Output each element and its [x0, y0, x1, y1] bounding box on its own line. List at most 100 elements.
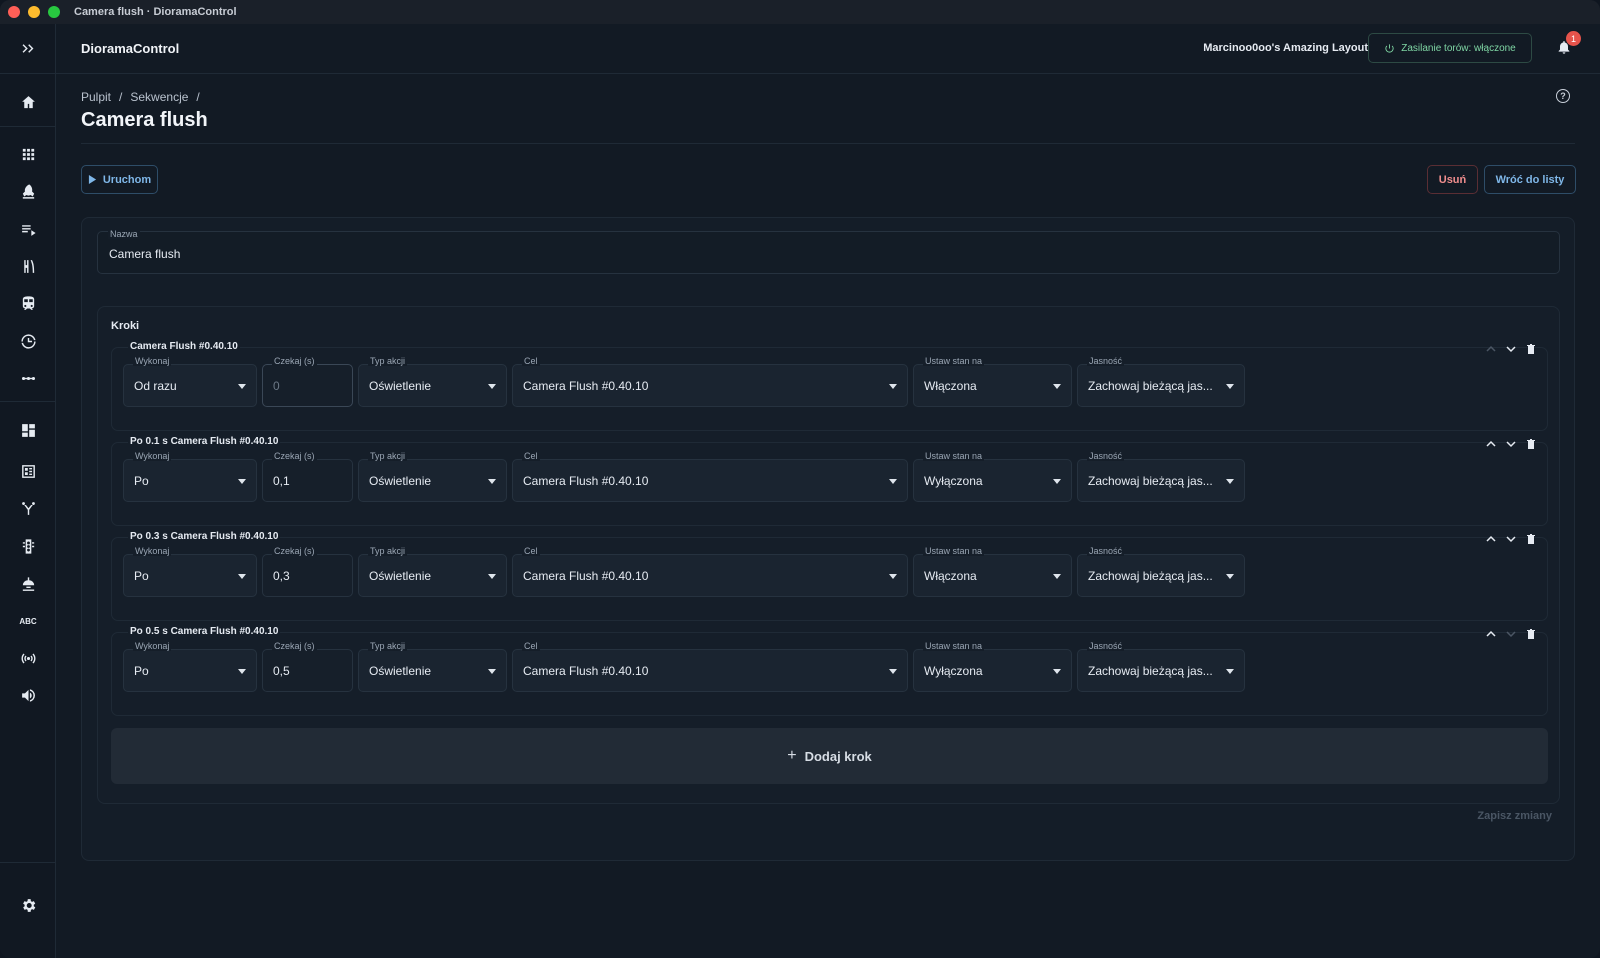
- move-up-icon: [1485, 343, 1497, 355]
- wait-input[interactable]: Czekaj (s) 0: [262, 356, 353, 407]
- back-to-list-button[interactable]: Wróć do listy: [1484, 165, 1576, 194]
- broadcast-icon[interactable]: [0, 642, 56, 674]
- set-state-select[interactable]: Ustaw stan na Wyłączona: [913, 641, 1072, 692]
- breadcrumb-sekwencje[interactable]: Sekwencje: [130, 90, 188, 104]
- turntable-icon[interactable]: [0, 325, 56, 357]
- lamp-icon[interactable]: [0, 568, 56, 600]
- brightness-value: Zachowaj bieżącą jas...: [1088, 664, 1213, 678]
- add-step-button[interactable]: + Dodaj krok: [111, 728, 1548, 784]
- trash-icon[interactable]: [1525, 438, 1537, 450]
- execute-select[interactable]: Wykonaj Od razu: [123, 356, 257, 407]
- sidebar: ABC: [0, 24, 56, 958]
- step-title: Po 0.1 s Camera Flush #0.40.10: [128, 436, 281, 447]
- breadcrumb-pulpit[interactable]: Pulpit: [81, 90, 111, 104]
- execute-select[interactable]: Wykonaj Po: [123, 451, 257, 502]
- brightness-label: Jasność: [1087, 641, 1125, 651]
- trash-icon[interactable]: [1525, 533, 1537, 545]
- target-label: Cel: [522, 546, 540, 556]
- target-value: Camera Flush #0.40.10: [523, 569, 649, 583]
- name-label: Nazwa: [108, 229, 140, 239]
- abc-text: ABC: [19, 616, 37, 626]
- action-type-select[interactable]: Typ akcji Oświetlenie: [358, 451, 507, 502]
- set-state-select[interactable]: Ustaw stan na Włączona: [913, 546, 1072, 597]
- brightness-value: Zachowaj bieżącą jas...: [1088, 474, 1213, 488]
- wait-input[interactable]: Czekaj (s) 0,5: [262, 641, 353, 692]
- move-down-icon[interactable]: [1505, 343, 1517, 355]
- target-select[interactable]: Cel Camera Flush #0.40.10: [512, 451, 908, 502]
- wait-value: 0,3: [273, 569, 290, 583]
- brightness-value: Zachowaj bieżącą jas...: [1088, 379, 1213, 393]
- delete-button[interactable]: Usuń: [1427, 165, 1478, 194]
- route-icon[interactable]: [0, 492, 56, 524]
- execute-label: Wykonaj: [133, 356, 172, 366]
- signal-icon[interactable]: [0, 530, 56, 562]
- train-icon[interactable]: [0, 287, 56, 319]
- set-state-label: Ustaw stan na: [923, 641, 985, 651]
- move-down-icon[interactable]: [1505, 438, 1517, 450]
- expand-icon[interactable]: [0, 32, 56, 64]
- step-title: Po 0.3 s Camera Flush #0.40.10: [128, 531, 281, 542]
- target-select[interactable]: Cel Camera Flush #0.40.10: [512, 546, 908, 597]
- abc-icon[interactable]: ABC: [0, 605, 56, 637]
- dashboard-icon[interactable]: [0, 414, 56, 446]
- help-icon[interactable]: ?: [1556, 89, 1570, 103]
- action-type-select[interactable]: Typ akcji Oświetlenie: [358, 641, 507, 692]
- execute-label: Wykonaj: [133, 546, 172, 556]
- layout-panel-icon[interactable]: [0, 455, 56, 487]
- set-state-value: Włączona: [924, 569, 977, 583]
- move-down-icon[interactable]: [1505, 533, 1517, 545]
- trash-icon[interactable]: [1525, 628, 1537, 640]
- move-up-icon[interactable]: [1485, 533, 1497, 545]
- layout-name[interactable]: Marcinoo0oo's Amazing Layout: [1203, 42, 1368, 54]
- notification-badge: 1: [1566, 31, 1581, 46]
- dropdown-arrow-icon: [488, 669, 496, 674]
- step-title: Camera Flush #0.40.10: [128, 341, 240, 352]
- action-type-select[interactable]: Typ akcji Oświetlenie: [358, 356, 507, 407]
- wait-input[interactable]: Czekaj (s) 0,1: [262, 451, 353, 502]
- target-select[interactable]: Cel Camera Flush #0.40.10: [512, 641, 908, 692]
- dropdown-arrow-icon: [889, 479, 897, 484]
- set-state-select[interactable]: Ustaw stan na Wyłączona: [913, 451, 1072, 502]
- set-state-select[interactable]: Ustaw stan na Włączona: [913, 356, 1072, 407]
- track-power-button[interactable]: Zasilanie torów: włączone: [1368, 33, 1532, 63]
- wait-input[interactable]: Czekaj (s) 0,3: [262, 546, 353, 597]
- set-state-label: Ustaw stan na: [923, 356, 985, 366]
- move-up-icon[interactable]: [1485, 438, 1497, 450]
- settings-icon[interactable]: [0, 889, 56, 921]
- wait-label: Czekaj (s): [272, 451, 317, 461]
- target-select[interactable]: Cel Camera Flush #0.40.10: [512, 356, 908, 407]
- run-button[interactable]: Uruchom: [81, 165, 158, 194]
- brightness-value: Zachowaj bieżącą jas...: [1088, 569, 1213, 583]
- rocket-icon[interactable]: [0, 175, 56, 207]
- action-type-value: Oświetlenie: [369, 569, 432, 583]
- target-value: Camera Flush #0.40.10: [523, 474, 649, 488]
- dropdown-arrow-icon: [1053, 574, 1061, 579]
- turnout-icon[interactable]: [0, 250, 56, 282]
- dropdown-arrow-icon: [238, 669, 246, 674]
- action-type-select[interactable]: Typ akcji Oświetlenie: [358, 546, 507, 597]
- apps-grid-icon[interactable]: [0, 138, 56, 170]
- close-window-button[interactable]: [8, 6, 20, 18]
- dropdown-arrow-icon: [889, 574, 897, 579]
- move-up-icon[interactable]: [1485, 628, 1497, 640]
- brightness-select[interactable]: Jasność Zachowaj bieżącą jas...: [1077, 641, 1245, 692]
- home-icon[interactable]: [0, 86, 56, 118]
- minimize-window-button[interactable]: [28, 6, 40, 18]
- set-state-label: Ustaw stan na: [923, 546, 985, 556]
- volume-icon[interactable]: [0, 679, 56, 711]
- brightness-select[interactable]: Jasność Zachowaj bieżącą jas...: [1077, 546, 1245, 597]
- execute-select[interactable]: Wykonaj Po: [123, 546, 257, 597]
- brightness-label: Jasność: [1087, 356, 1125, 366]
- save-changes-button[interactable]: Zapisz zmiany: [1477, 810, 1552, 822]
- trash-icon[interactable]: [1525, 343, 1537, 355]
- name-field[interactable]: Nazwa Camera flush: [97, 229, 1560, 274]
- brightness-select[interactable]: Jasność Zachowaj bieżącą jas...: [1077, 356, 1245, 407]
- dropdown-arrow-icon: [488, 574, 496, 579]
- playlist-icon[interactable]: [0, 213, 56, 245]
- execute-select[interactable]: Wykonaj Po: [123, 641, 257, 692]
- notifications-button[interactable]: 1: [1556, 31, 1581, 57]
- brightness-select[interactable]: Jasność Zachowaj bieżącą jas...: [1077, 451, 1245, 502]
- maximize-window-button[interactable]: [48, 6, 60, 18]
- dots-icon[interactable]: [0, 362, 56, 394]
- app-brand[interactable]: DioramaControl: [81, 41, 179, 56]
